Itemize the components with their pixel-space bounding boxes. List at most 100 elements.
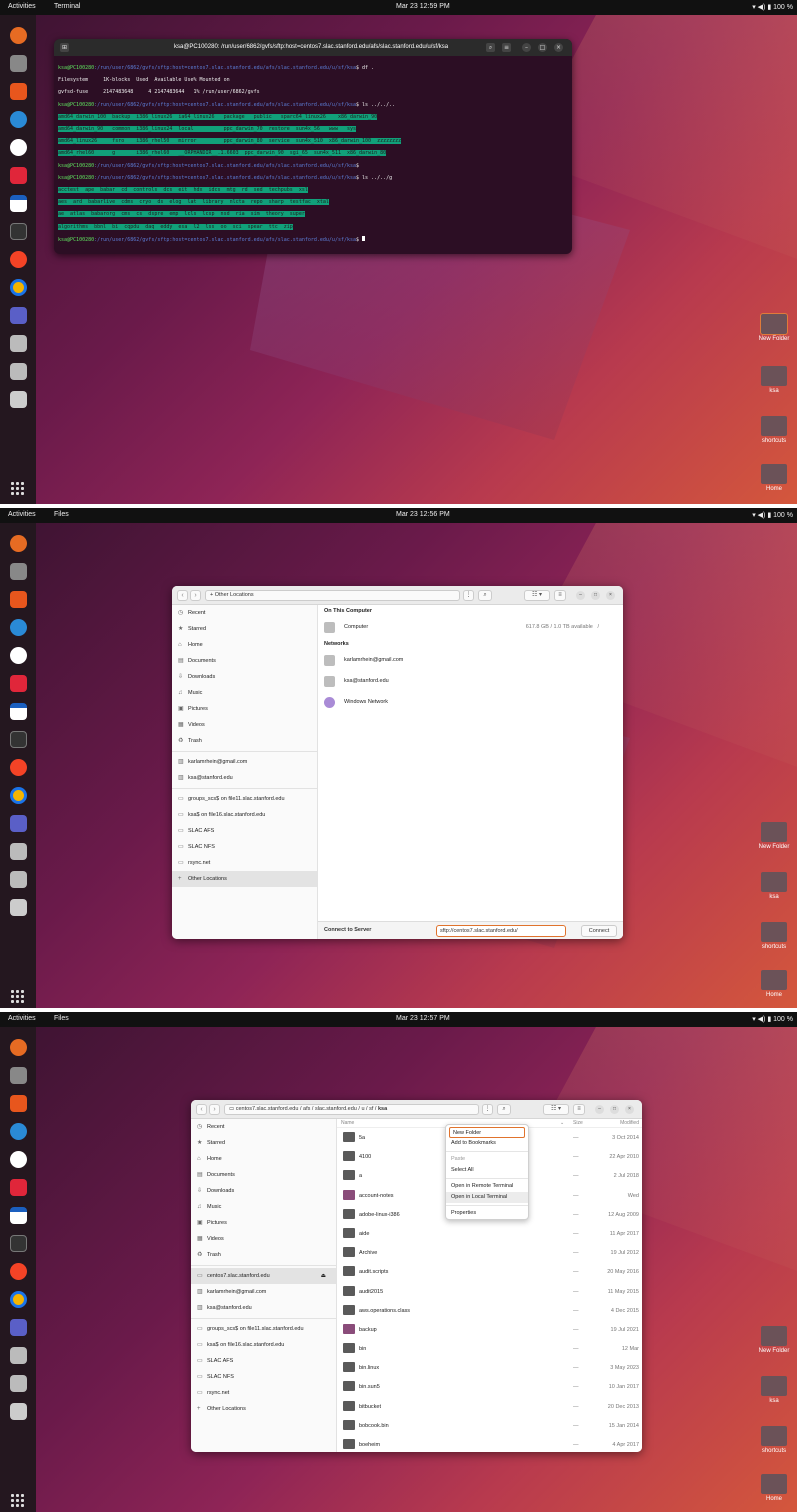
menu-item-paste[interactable]: Paste (446, 1154, 528, 1165)
location-row-computer[interactable]: Computer 617.8 GB / 1.0 TB available / (318, 617, 623, 638)
terminal-window[interactable]: ⊞ ksa@PC100280: /run/user/6862/gvfs/sftp… (54, 39, 572, 254)
desktop-ksa[interactable]: ksa (757, 1376, 791, 1404)
drive-icon[interactable] (10, 335, 27, 352)
sidebar-item-ksa-share[interactable]: ▭ ksa$ on file16.slac.stanford.edu (191, 1337, 336, 1353)
show-apps-icon[interactable] (11, 482, 25, 496)
im-icon[interactable] (10, 675, 27, 692)
drive-icon[interactable] (10, 843, 27, 860)
sidebar-item-pictures[interactable]: ▣ Pictures (172, 701, 317, 717)
search-button[interactable]: ⌕ (478, 590, 492, 601)
firefox-icon[interactable] (10, 535, 27, 552)
menu-item-open-remote-terminal[interactable]: Open in Remote Terminal (446, 1181, 528, 1192)
minimize-icon[interactable]: – (595, 1105, 604, 1114)
help-icon[interactable] (10, 111, 27, 128)
close-icon[interactable]: × (554, 43, 563, 52)
text-editor-icon[interactable] (10, 703, 27, 720)
clock[interactable]: Mar 23 12:59 PM (396, 3, 450, 10)
system-tray[interactable]: ▾ ◀) ▮ 100 % (752, 3, 793, 11)
location-bar[interactable]: + Other Locations (205, 590, 460, 601)
kebab-menu-button[interactable]: ⋮ (482, 1104, 493, 1115)
eject-icon[interactable]: ⏏ (321, 1268, 326, 1284)
software-icon[interactable] (10, 1095, 27, 1112)
chrome-icon[interactable] (10, 279, 27, 296)
sort-icon[interactable]: ⌄ (560, 1120, 564, 1126)
search-icon[interactable]: ⌕ (486, 43, 495, 52)
menu-item-properties[interactable]: Properties (446, 1208, 528, 1219)
drive-icon[interactable] (10, 1347, 27, 1364)
breadcrumb-item[interactable]: afs (303, 1106, 310, 1112)
table-row[interactable]: boeheim — 4 Apr 2017 (337, 1435, 642, 1452)
close-icon[interactable]: × (625, 1105, 634, 1114)
sidebar-item-trash[interactable]: ♻ Trash (191, 1247, 336, 1263)
minimize-icon[interactable]: – (522, 43, 531, 52)
table-row[interactable]: aws.operations.class — 4 Dec 2015 (337, 1301, 642, 1320)
sidebar-item-recent[interactable]: ◷ Recent (172, 605, 317, 621)
breadcrumb-item[interactable]: u (361, 1106, 364, 1112)
kebab-menu-button[interactable]: ⋮ (463, 590, 474, 601)
files-icon[interactable] (10, 55, 27, 72)
desktop-new-folder[interactable]: New Folder (757, 822, 791, 850)
maximize-icon[interactable]: □ (538, 43, 547, 52)
app-icon[interactable] (10, 647, 27, 664)
sidebar-item-documents[interactable]: ▤ Documents (191, 1167, 336, 1183)
sidebar-item-rsync[interactable]: ▭ rsync.net (172, 855, 317, 871)
back-button[interactable]: ‹ (196, 1104, 207, 1115)
new-tab-icon[interactable]: ⊞ (60, 43, 69, 52)
sidebar-item-pictures[interactable]: ▣ Pictures (191, 1215, 336, 1231)
show-apps-icon[interactable] (11, 1494, 25, 1508)
teams-icon[interactable] (10, 307, 27, 324)
menu-item-new-folder[interactable]: New Folder (449, 1127, 525, 1138)
sidebar-item-slac-afs[interactable]: ▭ SLAC AFS (191, 1353, 336, 1369)
terminal-icon[interactable] (10, 223, 27, 240)
teams-icon[interactable] (10, 815, 27, 832)
forward-button[interactable]: › (190, 590, 201, 601)
table-row[interactable]: bobcook.bin — 15 Jan 2014 (337, 1416, 642, 1435)
sidebar-item-groups-scs[interactable]: ▭ groups_scs$ on file11.slac.stanford.edu (172, 791, 317, 807)
chrome-icon[interactable] (10, 1291, 27, 1308)
help-icon[interactable] (10, 1123, 27, 1140)
server-address-input[interactable]: sftp://centos7.slac.stanford.edu/ (436, 925, 566, 937)
brave-icon[interactable] (10, 251, 27, 268)
files-icon[interactable] (10, 1067, 27, 1084)
location-row-network[interactable]: Windows Network (318, 692, 623, 713)
files-icon[interactable] (10, 563, 27, 580)
trash-icon[interactable] (10, 899, 27, 916)
drive-icon[interactable] (10, 871, 27, 888)
drive-icon[interactable] (10, 1375, 27, 1392)
sidebar-item-gmail[interactable]: ▥ karlamrhein@gmail.com (191, 1284, 336, 1300)
sidebar-item-starred[interactable]: ★ Starred (191, 1135, 336, 1151)
firefox-icon[interactable] (10, 27, 27, 44)
help-icon[interactable] (10, 619, 27, 636)
terminal-output[interactable]: ksa@PC100280:/run/user/6862/gvfs/sftp:ho… (54, 56, 572, 254)
sidebar-item-trash[interactable]: ♻ Trash (172, 733, 317, 749)
sidebar-item-downloads[interactable]: ⇩ Downloads (191, 1183, 336, 1199)
table-row[interactable]: Archive — 19 Jul 2012 (337, 1243, 642, 1262)
column-modified[interactable]: Modified (620, 1120, 639, 1126)
sidebar-item-slac-nfs[interactable]: ▭ SLAC NFS (191, 1369, 336, 1385)
minimize-icon[interactable]: – (576, 591, 585, 600)
desktop-new-folder[interactable]: New Folder (757, 313, 791, 342)
software-icon[interactable] (10, 83, 27, 100)
table-row[interactable]: bitbucket — 20 Dec 2013 (337, 1397, 642, 1416)
sidebar-item-home[interactable]: ⌂ Home (191, 1151, 336, 1167)
drive-icon[interactable] (10, 363, 27, 380)
desktop-new-folder[interactable]: New Folder (757, 1326, 791, 1354)
trash-icon[interactable] (10, 391, 27, 408)
desktop-home[interactable]: Home (757, 970, 791, 998)
im-icon[interactable] (10, 167, 27, 184)
sidebar-item-recent[interactable]: ◷ Recent (191, 1119, 336, 1135)
sidebar-item-slac-nfs[interactable]: ▭ SLAC NFS (172, 839, 317, 855)
clock[interactable]: Mar 23 12:57 PM (396, 1015, 450, 1022)
sidebar-item-stanford[interactable]: ▥ ksa@stanford.edu (191, 1300, 336, 1316)
view-toggle-button[interactable]: ☷ ▾ (524, 590, 550, 601)
show-apps-icon[interactable] (11, 990, 25, 1004)
sidebar-item-videos[interactable]: ▦ Videos (172, 717, 317, 733)
breadcrumb-item[interactable]: slac.stanford.edu (315, 1106, 357, 1112)
software-icon[interactable] (10, 591, 27, 608)
sidebar-item-home[interactable]: ⌂ Home (172, 637, 317, 653)
sidebar-item-other-locations[interactable]: + Other Locations (172, 871, 317, 887)
table-row[interactable]: bin — 12 Mar (337, 1339, 642, 1358)
desktop-ksa[interactable]: ksa (757, 872, 791, 900)
files-window[interactable]: ‹ › ▭ centos7.slac.stanford.edu / afs / … (191, 1100, 642, 1452)
maximize-icon[interactable]: □ (610, 1105, 619, 1114)
